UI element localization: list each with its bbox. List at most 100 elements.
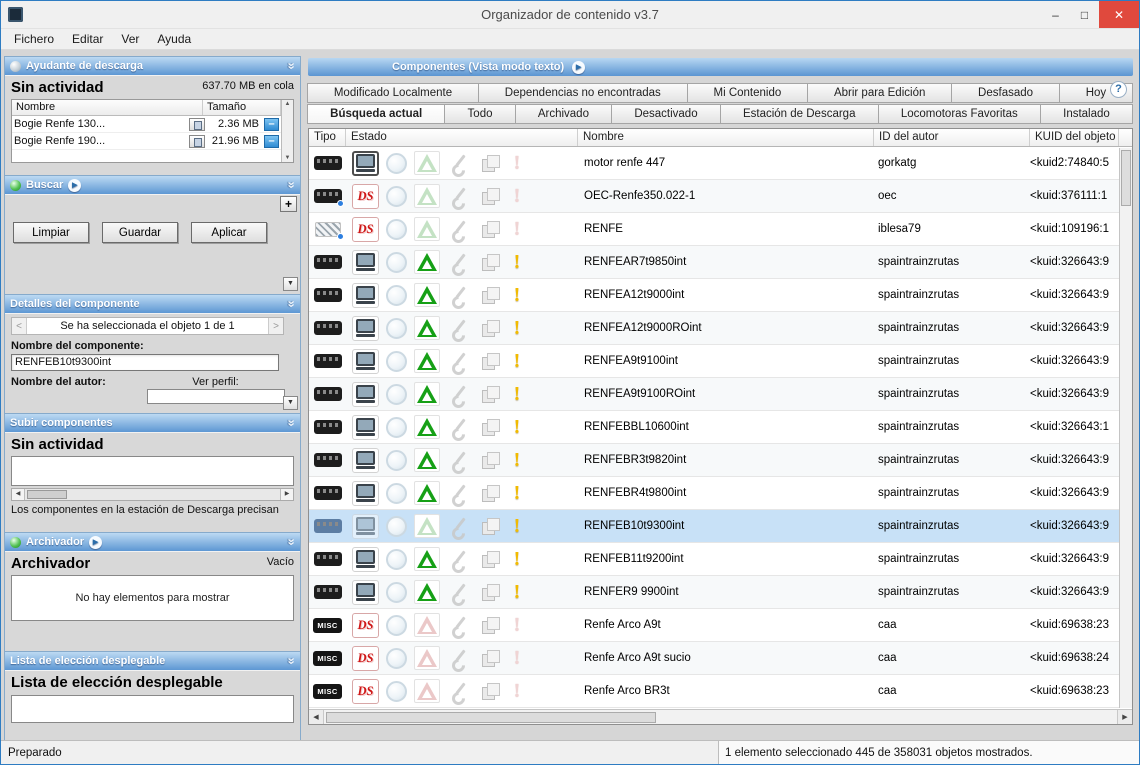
type-icon (314, 288, 342, 302)
status-cell (346, 345, 578, 377)
column-header-nombre[interactable]: Nombre (12, 100, 203, 115)
filter-tab[interactable]: Modificado Localmente (307, 83, 479, 103)
column-header[interactable]: Estado (346, 129, 578, 146)
column-header[interactable]: Nombre (578, 129, 874, 146)
scroll-right-icon[interactable] (1117, 710, 1132, 724)
panel-expand-icon[interactable] (283, 396, 298, 410)
menu-item[interactable]: Fichero (5, 30, 63, 48)
remove-from-queue-button[interactable] (264, 118, 279, 131)
remove-from-queue-button[interactable] (264, 135, 279, 148)
wrench-icon (447, 217, 471, 241)
source-icon (352, 415, 379, 440)
view-profile-link[interactable]: Ver perfil: (192, 376, 238, 388)
collapse-chevrons-icon[interactable] (288, 180, 295, 190)
collapse-chevrons-icon[interactable] (288, 656, 295, 666)
menu-item[interactable]: Editar (63, 30, 112, 48)
column-header[interactable]: Tipo (309, 129, 346, 146)
panel-header-drop-list[interactable]: Lista de elección desplegable (5, 652, 300, 670)
upload-note: Los componentes en la estación de Descar… (11, 504, 294, 516)
globe-icon (386, 252, 407, 273)
download-row[interactable]: Bogie Renfe 130... 2.36 MB (12, 116, 281, 133)
minimize-button[interactable]: – (1041, 1, 1070, 28)
help-button[interactable]: ? (1110, 81, 1127, 98)
close-button[interactable]: ✕ (1099, 1, 1139, 28)
download-row[interactable]: Bogie Renfe 190... 21.96 MB (12, 133, 281, 150)
panel-header-archiver[interactable]: Archivador (5, 533, 300, 551)
collapse-chevrons-icon[interactable] (288, 61, 295, 71)
panel-header-search[interactable]: Buscar (5, 176, 300, 194)
maximize-button[interactable]: □ (1070, 1, 1099, 28)
component-row[interactable]: motor renfe 447 gorkatg <kuid2:74840:5 (309, 147, 1132, 180)
component-row[interactable]: RENFEBBL10600int spaintrainzrutas <kuid:… (309, 411, 1132, 444)
component-name-field[interactable]: RENFEB10t9300int (11, 354, 279, 371)
search-action-button[interactable]: Aplicar (191, 222, 267, 243)
component-row[interactable]: RENFEAR7t9850int spaintrainzrutas <kuid:… (309, 246, 1132, 279)
scroll-left-icon[interactable] (309, 710, 324, 724)
vertical-scrollbar[interactable] (1119, 148, 1132, 708)
search-action-button[interactable]: Guardar (102, 222, 178, 243)
component-row[interactable]: MISC DS Renfe Arco BR3t (309, 675, 1132, 708)
filter-tab[interactable]: Desactivado (611, 104, 721, 124)
menu-item[interactable]: Ver (112, 30, 148, 48)
component-row[interactable]: RENFEB10t9300int spaintrainzrutas <kuid:… (309, 510, 1132, 543)
add-filter-button[interactable]: + (280, 196, 297, 212)
component-row[interactable]: DS OEC-Renfe350.022-1 oec <kuid:376111:1 (309, 180, 1132, 213)
horizontal-scrollbar-thumb[interactable] (326, 712, 656, 723)
component-row[interactable]: RENFEBR4t9800int spaintrainzrutas <kuid:… (309, 477, 1132, 510)
author-name-field[interactable] (147, 389, 285, 404)
filter-tab[interactable]: Búsqueda actual (307, 104, 445, 124)
warning-icon (509, 150, 525, 176)
filter-tab[interactable]: Desfasado (951, 83, 1060, 103)
components-header-title: Componentes (Vista modo texto) (392, 61, 564, 73)
column-header-tamano[interactable]: Tamaño (203, 100, 281, 115)
filter-tab[interactable]: Locomotoras Favoritas (878, 104, 1041, 124)
horizontal-scrollbar[interactable] (309, 709, 1132, 724)
view-mode-arrow-icon[interactable] (572, 61, 585, 74)
component-row[interactable]: RENFER9 9900int spaintrainzrutas <kuid:3… (309, 576, 1132, 609)
component-row[interactable]: RENFEA9t9100ROint spaintrainzrutas <kuid… (309, 378, 1132, 411)
component-row[interactable]: RENFEB11t9200int spaintrainzrutas <kuid:… (309, 543, 1132, 576)
component-row[interactable]: MISC DS Renfe Arco A9t (309, 609, 1132, 642)
component-row[interactable]: RENFEA12t9000int spaintrainzrutas <kuid:… (309, 279, 1132, 312)
copy-icon (478, 613, 502, 637)
filter-tab[interactable]: Instalado (1040, 104, 1133, 124)
panel-header-details[interactable]: Detalles del componente (5, 295, 300, 313)
filter-tab[interactable]: Todo (444, 104, 515, 124)
previous-object-button[interactable]: < (12, 318, 27, 334)
copy-icon (478, 283, 502, 307)
drop-list-area[interactable] (11, 695, 294, 723)
next-object-button[interactable]: > (268, 318, 283, 334)
scrollbar-thumb[interactable] (27, 490, 67, 499)
component-row[interactable]: RENFEA9t9100int spaintrainzrutas <kuid:3… (309, 345, 1132, 378)
run-search-icon[interactable] (68, 179, 81, 192)
scroll-right-icon[interactable] (280, 489, 293, 500)
component-row[interactable]: MISC DS Renfe Arco A9t (309, 642, 1132, 675)
panel-header-upload[interactable]: Subir componentes (5, 414, 300, 432)
queue-item-file-icon[interactable] (189, 118, 205, 131)
filter-tab[interactable]: Mi Contenido (687, 83, 808, 103)
component-row[interactable]: RENFEA12t9000ROint spaintrainzrutas <kui… (309, 312, 1132, 345)
collapse-chevrons-icon[interactable] (288, 418, 295, 428)
filter-tab[interactable]: Dependencias no encontradas (478, 83, 688, 103)
vertical-scrollbar-thumb[interactable] (1121, 150, 1131, 206)
panel-header-download-helper[interactable]: Ayudante de descarga (5, 57, 300, 75)
panel-expand-icon[interactable] (283, 277, 298, 291)
collapse-chevrons-icon[interactable] (288, 299, 295, 309)
component-row[interactable]: RENFEBR3t9820int spaintrainzrutas <kuid:… (309, 444, 1132, 477)
scroll-left-icon[interactable] (12, 489, 25, 500)
search-action-button[interactable]: Limpiar (13, 222, 89, 243)
column-header[interactable]: KUID del objeto (1030, 129, 1119, 146)
component-row[interactable]: DS RENFE iblesa79 <kuid:109196:1 (309, 213, 1132, 246)
copy-icon (478, 646, 502, 670)
collapse-chevrons-icon[interactable] (288, 537, 295, 547)
upload-scrollbar[interactable] (11, 488, 294, 501)
queue-scrollbar[interactable] (281, 100, 293, 162)
menu-item[interactable]: Ayuda (148, 30, 200, 48)
filter-tab[interactable]: Archivado (515, 104, 612, 124)
filter-tab[interactable]: Estación de Descarga (720, 104, 879, 124)
filter-tab[interactable]: Abrir para Edición (807, 83, 952, 103)
column-header[interactable]: ID del autor (874, 129, 1030, 146)
status-cell: DS (346, 609, 578, 641)
queue-item-file-icon[interactable] (189, 135, 205, 148)
run-archiver-icon[interactable] (89, 536, 102, 549)
